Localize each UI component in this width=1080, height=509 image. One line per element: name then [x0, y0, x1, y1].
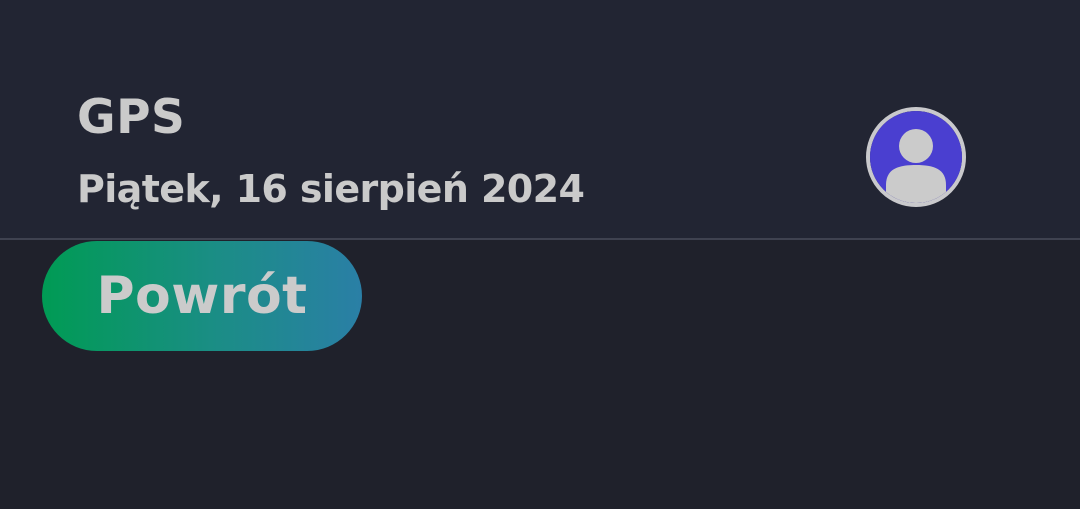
back-button-label: Powrót	[96, 266, 308, 326]
back-button[interactable]: Powrót	[42, 241, 362, 351]
top-header: GPS Piątek, 16 sierpień 2024	[0, 0, 1080, 240]
page-title: GPS	[77, 90, 186, 145]
user-avatar-icon[interactable]	[866, 107, 966, 207]
date-label: Piątek, 16 sierpień 2024	[77, 167, 585, 211]
user-silhouette-icon	[870, 111, 962, 203]
